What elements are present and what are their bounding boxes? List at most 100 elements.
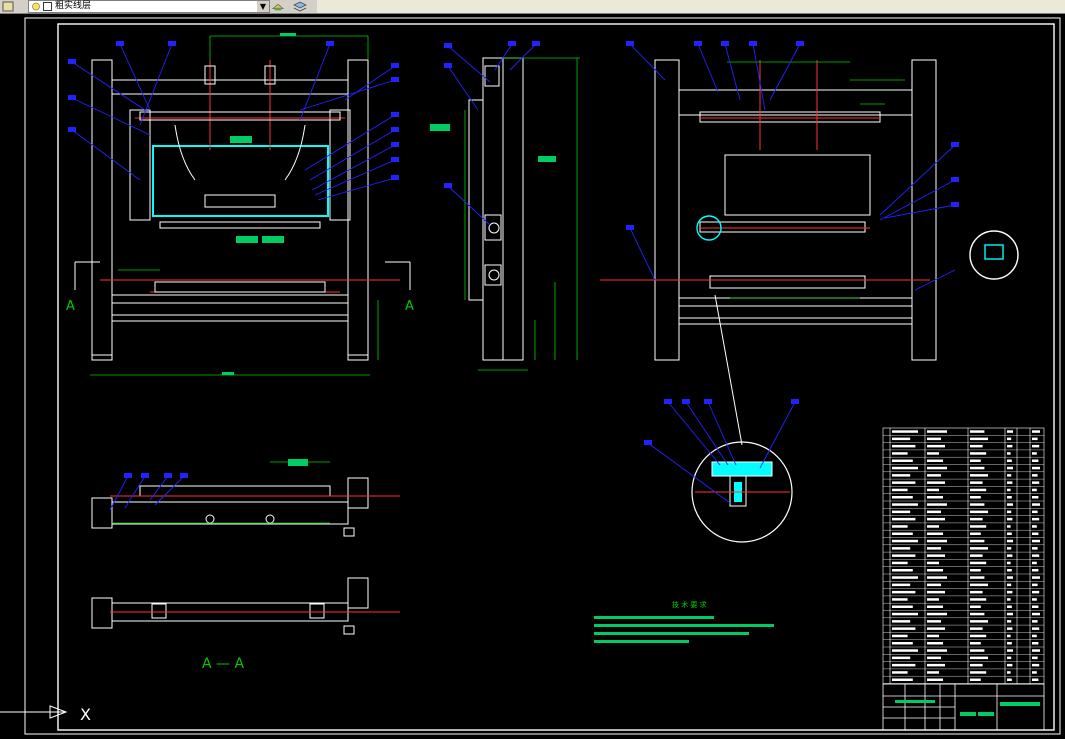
- bom-cell-text: [892, 656, 911, 660]
- bom-cell-text: [1007, 466, 1013, 470]
- bom-cell-text: [1032, 547, 1038, 550]
- bom-cell-text: [927, 569, 943, 572]
- bom-cell-text: [1032, 466, 1040, 470]
- bom-cell-text: [970, 510, 988, 514]
- bom-cell-text: [927, 474, 941, 477]
- bom-cell-text: [970, 430, 985, 433]
- bom-cell-text: [1007, 598, 1011, 601]
- bom-cell-text: [927, 612, 947, 616]
- layer-previous-icon[interactable]: [272, 1, 284, 12]
- layer-stack-icon[interactable]: [292, 1, 308, 12]
- bom-cell-text: [1032, 612, 1040, 616]
- bom-cell-text: [927, 539, 947, 543]
- bom-cell-text: [1007, 642, 1012, 645]
- bom-cell-text: [1032, 569, 1039, 572]
- bom-cell-text: [892, 576, 918, 579]
- bom-cell-text: [927, 656, 941, 660]
- bom-cell-text: [970, 444, 983, 448]
- bom-cell-text: [1032, 532, 1039, 535]
- bom-cell-text: [892, 466, 918, 470]
- bom-cell-text: [927, 437, 941, 441]
- bom-cell-text: [1007, 634, 1011, 638]
- layer-dropdown[interactable]: 粗实线层 ▼: [28, 0, 270, 13]
- bom-cell-text: [970, 554, 983, 557]
- bom-cell-text: [892, 525, 908, 528]
- bom-cell-text: [1007, 649, 1013, 652]
- bom-cell-text: [892, 517, 916, 521]
- bom-cell-text: [970, 496, 981, 499]
- bom-cell-text: [892, 474, 911, 477]
- bom-cell-text: [970, 561, 987, 565]
- bom-cell-text: [1032, 474, 1038, 477]
- section-view-bottom: [91, 577, 369, 635]
- front-centerlines: [100, 60, 400, 293]
- bom-cell-text: [970, 583, 988, 587]
- bom-cell-text: [1032, 539, 1040, 543]
- bom-cell-text: [927, 481, 945, 484]
- bom-cell-text: [1007, 437, 1012, 441]
- bom-cell-text: [970, 532, 981, 535]
- bom-cell-text: [970, 539, 985, 543]
- bom-cell-text: [1007, 583, 1012, 587]
- bom-cell-text: [927, 517, 945, 521]
- bom-cell-text: [1007, 517, 1013, 521]
- bom-cell-text: [1007, 554, 1013, 557]
- bom-cell-text: [970, 656, 988, 660]
- bom-cell-text: [1007, 525, 1011, 528]
- bom-cell-text: [970, 627, 983, 630]
- bom-cell-text: [970, 634, 987, 638]
- rear-view: [654, 59, 937, 361]
- section-label-right: A: [405, 299, 414, 314]
- bom-cell-text: [892, 678, 913, 681]
- bom-cell-text: [1032, 583, 1038, 587]
- bom-cell-text: [1007, 569, 1012, 572]
- bom-cell-text: [927, 547, 941, 550]
- front-details: [74, 65, 411, 293]
- bom-cell-text: [1032, 634, 1037, 638]
- bom-cell-text: [970, 503, 985, 506]
- bom-cell-text: [970, 474, 988, 477]
- bom-cell-text: [1032, 561, 1037, 565]
- bom-cell-text: [927, 430, 947, 433]
- bom-cell-text: [892, 569, 913, 572]
- bom-cell-text: [892, 547, 911, 550]
- bom-cell-text: [1032, 671, 1037, 674]
- bom-cell-text: [927, 496, 943, 499]
- bom-cell-text: [892, 539, 918, 543]
- bom-cell-text: [1007, 444, 1013, 448]
- bom-cell-text: [1007, 605, 1012, 608]
- bom-cell-text: [892, 583, 911, 587]
- bom-cell-text: [927, 642, 943, 645]
- bom-cell-text: [970, 612, 985, 616]
- bom-cell-text: [1007, 481, 1013, 484]
- bom-cell-text: [970, 642, 981, 645]
- toolbar-empty-area: [317, 0, 1065, 13]
- bom-cell-text: [892, 627, 916, 630]
- layer-name: 粗实线层: [55, 1, 92, 11]
- chevron-down-icon[interactable]: ▼: [257, 1, 269, 12]
- bom-cell-text: [1007, 620, 1012, 623]
- front-dim-texts: [222, 33, 296, 375]
- bom-cell-text: [1032, 488, 1037, 492]
- bom-cell-text: [892, 554, 916, 557]
- bom-cell-text: [970, 649, 985, 652]
- bom-cell-text: [1032, 525, 1037, 528]
- bom-cell-text: [1007, 627, 1013, 630]
- drawing-canvas[interactable]: A A A — A 技 术 要 求 X: [0, 14, 1065, 739]
- bom-cell-text: [1007, 496, 1012, 499]
- bom-cell-text: [892, 671, 908, 674]
- layer-state-icon[interactable]: [2, 1, 14, 12]
- bom-cell-text: [927, 554, 945, 557]
- bom-cell-text: [927, 605, 943, 608]
- workpiece-frame: [152, 145, 329, 217]
- bom-cell-text: [892, 642, 913, 645]
- front-view: [91, 59, 369, 361]
- rear-centerlines: [600, 60, 930, 281]
- rear-dimensions: [727, 61, 905, 299]
- bom-cell-text: [1007, 488, 1011, 492]
- bom-cell-text: [892, 430, 918, 433]
- side-dim-texts: [430, 124, 556, 162]
- bom-cell-text: [1032, 517, 1040, 521]
- bom-rows: [883, 430, 1044, 684]
- bom-cell-text: [1007, 452, 1011, 455]
